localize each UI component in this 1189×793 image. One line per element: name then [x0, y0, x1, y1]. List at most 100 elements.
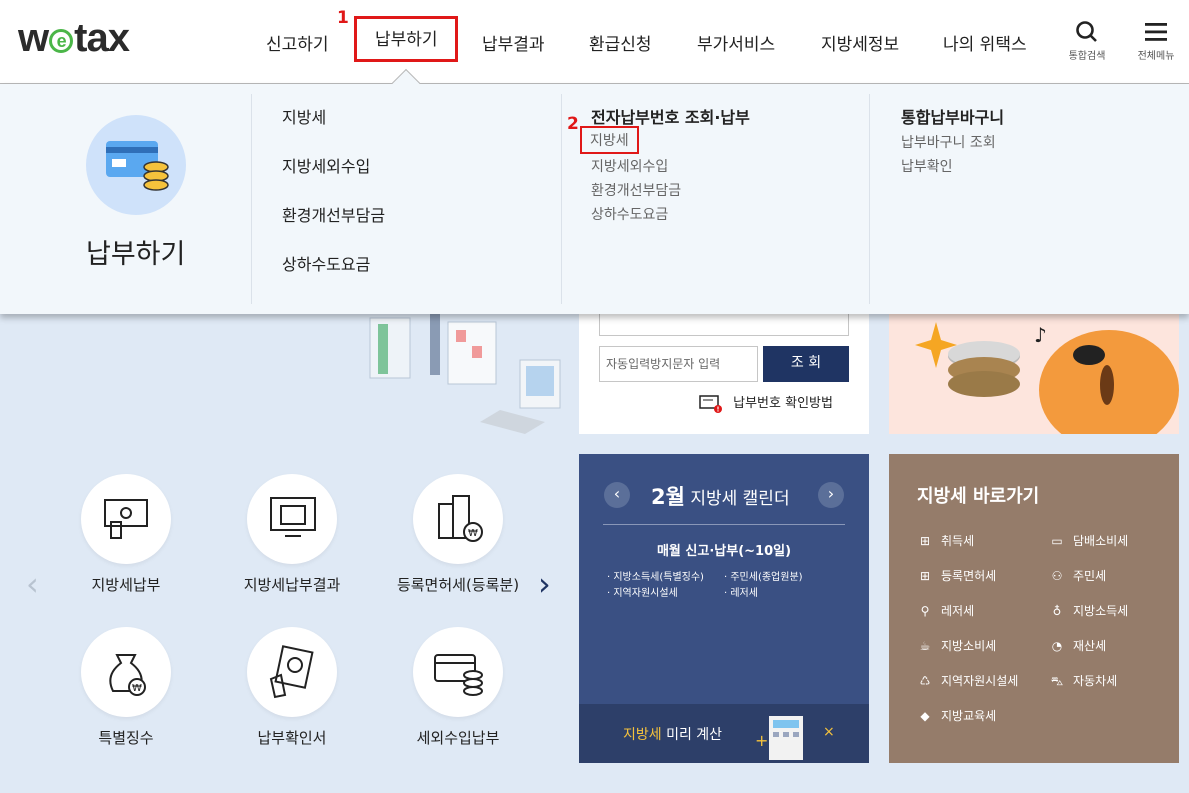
building-won-icon: ₩: [438, 495, 483, 542]
help-text: 납부번호 확인방법: [733, 396, 833, 411]
quick-label-6: 세외수입납부: [416, 729, 500, 747]
payment-card-icon: [104, 499, 148, 539]
shortcut-local-income-tax[interactable]: ♁ 지방소득세: [1049, 602, 1129, 619]
card-coins-icon: [434, 654, 483, 696]
nav-my-wetax[interactable]: 나의 위택스: [943, 30, 1027, 55]
wetax-logo[interactable]: w e tax: [18, 16, 130, 61]
monitor-folder-icon: [270, 497, 316, 537]
calendar-item-4[interactable]: · 레저세: [724, 584, 758, 599]
bill-icon: [699, 394, 722, 413]
menu-non-tax-revenue[interactable]: 지방세외수입: [282, 153, 370, 177]
shortcut-leisure-tax[interactable]: ⚲ 레저세: [917, 602, 975, 619]
local-tax-shortcut: 지방세 바로가기 ⊞ 취득세 ▭ 담배소비세 ⊞ 등록면허세 ⚇ 주민세 ⚲ 레저세 ♁ 지…: [889, 454, 1179, 763]
promo-banner[interactable]: ♪: [889, 310, 1179, 434]
calc-text: 미리 계산: [661, 727, 723, 743]
nav-extra-services[interactable]: 부가서비스: [697, 30, 775, 55]
column-divider: [561, 94, 562, 304]
submenu-epay-water[interactable]: 상하수도요금: [591, 204, 668, 224]
shortcut-acquisition-tax[interactable]: ⊞ 취득세: [917, 532, 974, 549]
quick-label-3: 등록면허세(등록분): [396, 576, 520, 594]
quick-payment-certificate[interactable]: [247, 627, 337, 717]
step-marker-2: 2: [567, 114, 579, 134]
graduation-cap-icon: ◆: [920, 709, 930, 723]
submenu-payment-confirm[interactable]: 납부확인: [901, 156, 953, 176]
nav-local-tax-info[interactable]: 지방세정보: [821, 30, 899, 55]
quick-next-arrow[interactable]: ›: [538, 565, 551, 603]
site-header: w e tax 신고하기 납부하기 납부결과 환급신청 부가서비스 지방세정보 나의…: [0, 0, 1189, 84]
quick-label-5: 납부확인서: [257, 729, 327, 747]
calendar-item-1[interactable]: · 지방소득세(특별징수): [607, 568, 704, 583]
lookup-card: 자동입력방지문자 입력 조 회 납부번호 확인방법: [579, 310, 869, 434]
menu-environment-charge[interactable]: 환경개선부담금: [282, 202, 385, 226]
calendar-next-button[interactable]: ›: [818, 482, 844, 508]
mascot-coins-illustration: ♪: [915, 322, 1179, 434]
car-icon: ⛍: [1050, 674, 1064, 688]
local-tax-calendar: ‹ 2월 지방세 캘린더 › 매월 신고·납부(~10일) · 지방소득세(특별…: [579, 454, 869, 763]
logo-e: e: [49, 29, 74, 53]
menu-local-tax[interactable]: 지방세: [282, 104, 326, 128]
calendar-heading: 2월 지방세 캘린더: [651, 481, 790, 511]
quick-local-tax-result[interactable]: [247, 474, 337, 564]
receipt-hand-icon: [269, 645, 314, 699]
quick-prev-arrow[interactable]: ‹: [26, 565, 39, 603]
card-coins-icon: [106, 141, 169, 191]
quick-non-tax-pay[interactable]: [413, 627, 503, 717]
person-icon: ⚇: [1051, 569, 1063, 583]
menu-label: 전체메뉴: [1137, 51, 1175, 62]
shortcut-property-tax[interactable]: ◔ 재산세: [1049, 637, 1106, 654]
submenu-epay-non-tax[interactable]: 지방세외수입: [591, 156, 668, 176]
payment-number-help-link[interactable]: 납부번호 확인방법: [699, 392, 833, 414]
shortcut-vehicle-tax[interactable]: ⛍ 자동차세: [1049, 672, 1117, 690]
menu-basket-heading[interactable]: 통합납부바구니: [901, 104, 1004, 128]
calendar-item-3[interactable]: · 지역자원시설세: [607, 584, 678, 599]
calculator-icon: + ×: [755, 716, 835, 760]
submenu-epay-local-tax[interactable]: 지방세: [580, 126, 639, 154]
column-divider: [251, 94, 252, 304]
menu-epay-lookup-heading[interactable]: 전자납부번호 조회·납부: [591, 104, 750, 128]
building-illustration: [369, 310, 561, 434]
calc-highlight: 지방세: [623, 727, 662, 743]
quick-special-collection[interactable]: ₩: [81, 627, 171, 717]
lookup-button[interactable]: 조 회: [763, 346, 849, 382]
svg-text:₩: ₩: [132, 683, 142, 694]
svg-text:×: ×: [823, 724, 835, 740]
header-search[interactable]: 통합검색: [1062, 20, 1112, 62]
calendar-item-2[interactable]: · 주민세(종업원분): [724, 568, 803, 583]
shortcut-tobacco-tax[interactable]: ▭ 담배소비세: [1049, 532, 1128, 549]
nav-pay[interactable]: 납부하기: [354, 16, 458, 62]
shortcut-resident-tax[interactable]: ⚇ 주민세: [1049, 567, 1107, 584]
logo-w: w: [18, 16, 49, 60]
hamburger-icon: [1145, 23, 1167, 41]
shortcut-education-tax[interactable]: ◆ 지방교육세: [917, 707, 996, 724]
cigarette-icon: ▭: [1051, 534, 1063, 548]
menu-water-bill[interactable]: 상하수도요금: [282, 251, 370, 275]
quick-local-tax-pay[interactable]: [81, 474, 171, 564]
calendar-subtitle: 매월 신고·납부(~10일): [656, 544, 792, 559]
nav-declare[interactable]: 신고하기: [266, 30, 329, 55]
header-menu[interactable]: 전체메뉴: [1131, 20, 1181, 62]
plus-box-icon: ⊞: [919, 569, 931, 583]
quick-label-4: 특별징수: [98, 729, 154, 747]
cup-icon: ☕: [919, 639, 931, 653]
pie-chart-icon: ◔: [1051, 639, 1063, 653]
tax-calculator-link[interactable]: 지방세 미리 계산 + ×: [579, 704, 869, 763]
bicycle-icon: ⚲: [920, 604, 930, 618]
submenu-epay-environment[interactable]: 환경개선부담금: [591, 180, 681, 200]
calendar-title: 지방세 캘린더: [690, 489, 790, 509]
nav-refund[interactable]: 환급신청: [589, 30, 652, 55]
quick-label-2: 지방세납부결과: [243, 576, 341, 594]
mega-menu-icon-circle: [86, 115, 186, 215]
svg-text:₩: ₩: [468, 528, 478, 539]
pay-mega-menu: 납부하기 지방세 지방세외수입 환경개선부담금 상하수도요금 전자납부번호 조회…: [0, 84, 1189, 314]
search-icon: [1076, 21, 1097, 42]
calendar-prev-button[interactable]: ‹: [604, 482, 630, 508]
captcha-input[interactable]: 자동입력방지문자 입력: [599, 346, 758, 382]
shortcut-local-consumption-tax[interactable]: ☕ 지방소비세: [917, 637, 997, 654]
submenu-basket-view[interactable]: 납부바구니 조회: [901, 132, 996, 152]
shortcut-registration-tax[interactable]: ⊞ 등록면허세: [917, 567, 996, 584]
nav-pay-result[interactable]: 납부결과: [482, 30, 545, 55]
svg-text:♪: ♪: [1034, 323, 1047, 347]
calendar-month: 2월: [651, 485, 685, 509]
shortcut-regional-resource-tax[interactable]: ♺ 지역자원시설세: [917, 672, 1019, 689]
quick-registration-tax[interactable]: ₩: [413, 474, 503, 564]
